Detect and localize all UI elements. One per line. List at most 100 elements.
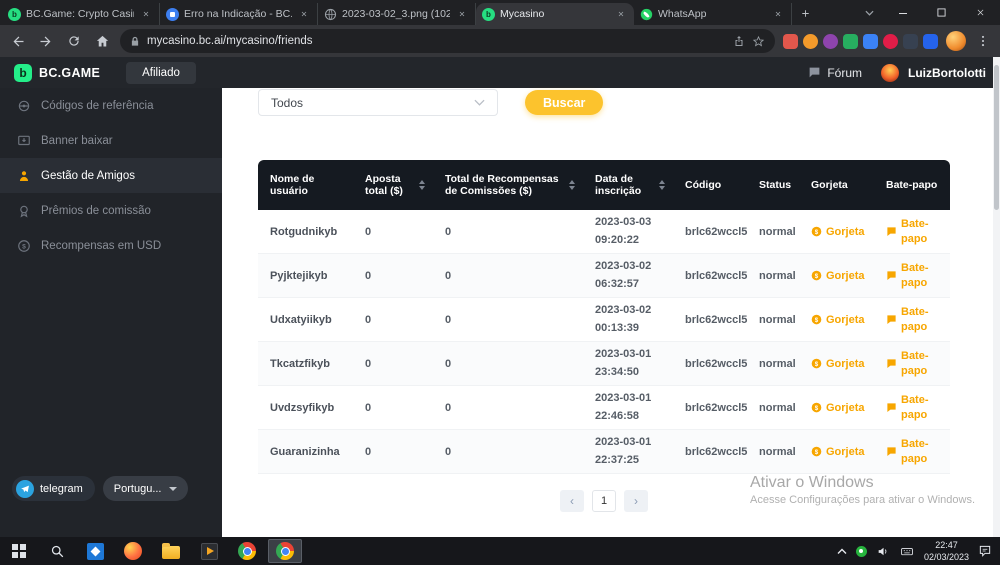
extension-icon[interactable] — [883, 34, 898, 49]
forum-link[interactable]: Fórum — [808, 66, 862, 80]
profile-avatar[interactable] — [946, 31, 966, 51]
back-icon[interactable] — [8, 31, 28, 51]
cell-signup-date: 2023-03-0123:34:50 — [585, 342, 675, 386]
tab-afiliado[interactable]: Afiliado — [126, 62, 196, 84]
bcgame-logo[interactable]: b BC.GAME — [14, 64, 100, 82]
chrome-secondary-icon[interactable] — [228, 537, 266, 565]
extension-icon[interactable] — [823, 34, 838, 49]
extension-icon[interactable] — [783, 34, 798, 49]
type-filter-dropdown[interactable]: Todos — [258, 89, 498, 116]
language-selector[interactable]: Portugu... — [103, 476, 188, 501]
keyboard-icon[interactable] — [899, 545, 915, 558]
forward-icon[interactable] — [36, 31, 56, 51]
coin-icon: $ — [811, 402, 822, 413]
chat-link[interactable]: Bate-papo — [886, 261, 940, 290]
referral-code-icon — [16, 99, 31, 113]
action-center-icon[interactable] — [978, 544, 992, 558]
tab-title: BC.Game: Crypto Casino Gam — [26, 8, 134, 20]
extension-icon[interactable] — [843, 34, 858, 49]
sort-icon[interactable] — [659, 180, 665, 190]
cell-signup-date: 2023-03-0122:37:25 — [585, 430, 675, 474]
col-header-username: Nome de usuário — [258, 160, 355, 210]
browser-tab-bcgame[interactable]: b BC.Game: Crypto Casino Gam — [2, 3, 160, 25]
sidebar-item-gestao-de-amigos[interactable]: Gestão de Amigos — [0, 158, 222, 193]
browser-tab-erro-indicacao[interactable]: Erro na Indicação - BC.Game — [160, 3, 318, 25]
sidebar-item-recompensas-em-usd[interactable]: $ Recompensas em USD — [0, 228, 222, 263]
start-button[interactable] — [0, 537, 38, 565]
col-header-commission-rewards[interactable]: Total de Recompensas de Comissões ($) — [435, 160, 585, 210]
browser-menu-icon[interactable] — [974, 34, 992, 48]
sidebar-item-banner-baixar[interactable]: Banner baixar — [0, 123, 222, 158]
col-header-signup-date[interactable]: Data de inscrição — [585, 160, 675, 210]
address-bar[interactable]: mycasino.bc.ai/mycasino/friends — [120, 29, 775, 53]
minimize-button[interactable] — [883, 0, 922, 25]
taskbar-clock[interactable]: 22:47 02/03/2023 — [924, 539, 969, 563]
tip-link[interactable]: $Gorjeta — [811, 270, 866, 282]
extension-icon[interactable] — [923, 34, 938, 49]
svg-text:$: $ — [815, 229, 819, 236]
media-player-icon[interactable] — [190, 537, 228, 565]
file-explorer-icon[interactable] — [152, 537, 190, 565]
extension-icon[interactable] — [803, 34, 818, 49]
extension-icon[interactable] — [863, 34, 878, 49]
taskbar-search-button[interactable] — [38, 537, 76, 565]
tip-link[interactable]: $Gorjeta — [811, 226, 866, 238]
user-avatar[interactable] — [881, 64, 899, 82]
new-tab-button[interactable] — [792, 2, 818, 24]
tab-close-icon[interactable] — [614, 7, 628, 21]
col-header-total-bet[interactable]: Aposta total ($) — [355, 160, 435, 210]
chat-link[interactable]: Bate-papo — [886, 305, 940, 334]
browser-tab-whatsapp[interactable]: WhatsApp — [634, 3, 792, 25]
tip-link[interactable]: $Gorjeta — [811, 446, 866, 458]
tip-link[interactable]: $Gorjeta — [811, 314, 866, 326]
sidebar-item-premios-de-comissao[interactable]: Prêmios de comissão — [0, 193, 222, 228]
cell-commission-rewards: 0 — [435, 386, 585, 430]
tab-close-icon[interactable] — [455, 7, 469, 21]
tab-search-chevron-icon[interactable] — [855, 0, 883, 25]
firefox-icon[interactable] — [114, 537, 152, 565]
maximize-button[interactable] — [922, 0, 961, 25]
chrome-icon[interactable] — [268, 539, 302, 563]
chat-link[interactable]: Bate-papo — [886, 349, 940, 378]
tip-link[interactable]: $Gorjeta — [811, 358, 866, 370]
chat-link[interactable]: Bate-papo — [886, 217, 940, 246]
cell-status: normal — [749, 254, 801, 298]
share-icon[interactable] — [733, 35, 745, 47]
sidebar-item-codigos-de-referencia[interactable]: Códigos de referência — [0, 88, 222, 123]
sort-icon[interactable] — [569, 180, 575, 190]
close-window-button[interactable] — [961, 0, 1000, 25]
username[interactable]: LuizBortolotti — [908, 66, 986, 80]
tray-expand-chevron-icon[interactable] — [837, 548, 847, 555]
tab-close-icon[interactable] — [139, 7, 153, 21]
reload-icon[interactable] — [64, 31, 84, 51]
extension-icon[interactable] — [903, 34, 918, 49]
prev-page-button[interactable]: ‹ — [560, 490, 584, 512]
cell-code: brlc62wccl5 — [675, 298, 749, 342]
bookmark-star-icon[interactable] — [752, 35, 765, 48]
chat-link[interactable]: Bate-papo — [886, 393, 940, 422]
photos-app-icon[interactable] — [76, 537, 114, 565]
system-tray: 22:47 02/03/2023 — [837, 539, 1000, 563]
table-header-row: Nome de usuário Aposta total ($) Total d… — [258, 160, 950, 210]
extensions-row — [783, 34, 938, 49]
friends-table: Nome de usuário Aposta total ($) Total d… — [258, 160, 950, 474]
tab-close-icon[interactable] — [297, 7, 311, 21]
chat-link[interactable]: Bate-papo — [886, 437, 940, 466]
table-row: Udxatyiikyb 0 0 2023-03-0200:13:39 brlc6… — [258, 298, 950, 342]
page-scrollbar[interactable] — [993, 57, 1000, 537]
tab-close-icon[interactable] — [771, 7, 785, 21]
tip-link[interactable]: $Gorjeta — [811, 402, 866, 414]
telegram-button[interactable]: telegram — [12, 476, 95, 501]
home-icon[interactable] — [92, 31, 112, 51]
sort-icon[interactable] — [419, 180, 425, 190]
sidebar-item-label: Códigos de referência — [41, 100, 154, 112]
browser-tab-mycasino-active[interactable]: b Mycasino — [476, 3, 634, 25]
tab-title: 2023-03-02_3.png (1024×76 — [342, 8, 450, 20]
browser-tab-png[interactable]: 2023-03-02_3.png (1024×76 — [318, 3, 476, 25]
page-number[interactable]: 1 — [592, 490, 616, 512]
whatsapp-tray-icon[interactable] — [856, 546, 867, 557]
next-page-button[interactable]: › — [624, 490, 648, 512]
search-button[interactable]: Buscar — [525, 90, 603, 115]
scrollbar-thumb[interactable] — [994, 65, 999, 210]
volume-icon[interactable] — [876, 545, 890, 558]
